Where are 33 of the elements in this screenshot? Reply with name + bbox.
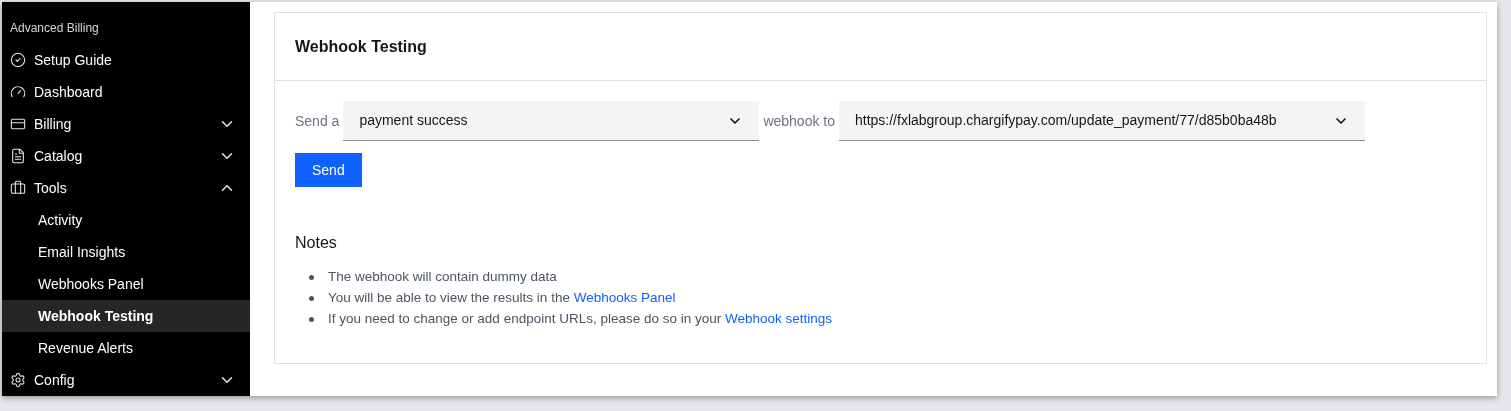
briefcase-icon [10,180,26,196]
gauge-icon [10,84,26,100]
sidebar-title: Advanced Billing [9,20,100,36]
sidebar-item[interactable]: Config [2,364,250,396]
note-link[interactable]: Webhooks Panel [573,290,676,306]
settings-icon [10,372,26,388]
note-text: If you need to change or add endpoint URLs, please do so in your Webhook settings [328,310,833,329]
sidebar-subitem[interactable]: Activity [2,204,250,236]
sidebar-item[interactable]: Tools [2,172,250,204]
sidebar-subitem[interactable]: Webhook Testing [2,300,250,332]
url-select[interactable]: https://fxlabgroup.chargifypay.com/update_payment/77/d85b0ba48b [839,101,1365,141]
document-icon [10,148,26,164]
sidebar-subitem[interactable]: Revenue Alerts [2,332,250,364]
sidebar-item[interactable]: Billing [2,108,250,140]
card-icon [10,116,26,132]
sidebar-item[interactable]: Setup Guide [2,44,250,76]
card-title: Webhook Testing [295,36,427,57]
check-circle-icon [10,52,26,68]
sidebar-item[interactable]: Catalog [2,140,250,172]
note-link[interactable]: Webhook settings [725,311,833,327]
form-label: Send a [295,111,340,131]
note-text: The webhook will contain dummy data [328,268,557,287]
notes-title: Notes [295,233,338,253]
form-label: webhook to [763,111,835,131]
bullet-icon [309,275,314,280]
sidebar-subitem[interactable]: Email Insights [2,236,250,268]
sidebar-item[interactable]: Dashboard [2,76,250,108]
sidebar-subitem[interactable]: Webhooks Panel [2,268,250,300]
note-text: You will be able to view the results in the Webhooks Panel [328,289,676,308]
bullet-icon [309,317,314,322]
event-select[interactable]: payment success [343,101,760,141]
send-button[interactable]: Send [295,153,362,187]
bullet-icon [309,296,314,301]
